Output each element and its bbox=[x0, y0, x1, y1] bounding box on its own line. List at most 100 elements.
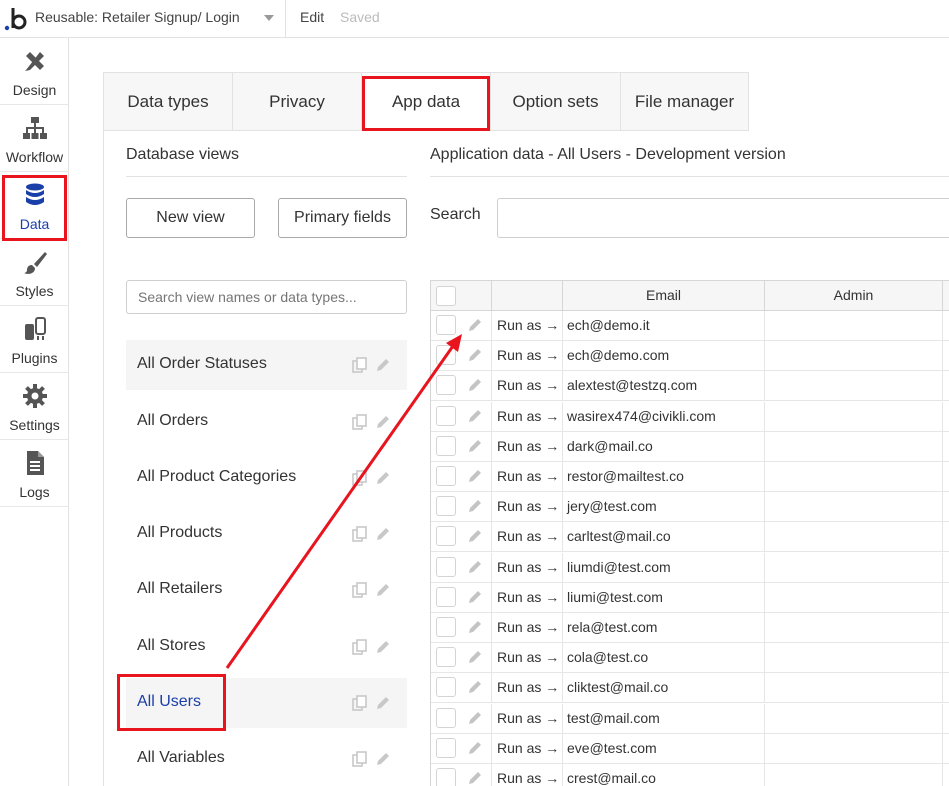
row-checkbox[interactable] bbox=[436, 405, 456, 426]
pencil-icon[interactable] bbox=[467, 347, 483, 363]
run-as-link[interactable]: Run as → bbox=[497, 589, 559, 605]
run-as-link[interactable]: Run as → bbox=[497, 498, 559, 514]
row-checkbox[interactable] bbox=[436, 435, 456, 456]
copy-icon[interactable] bbox=[351, 581, 369, 599]
table-row[interactable]: Run as → rela@test.com bbox=[431, 613, 949, 643]
table-row[interactable]: Run as → test@mail.com bbox=[431, 703, 949, 734]
sidebar-item-settings[interactable]: Settings bbox=[0, 373, 69, 440]
pencil-icon[interactable] bbox=[374, 638, 392, 656]
row-checkbox[interactable] bbox=[436, 647, 456, 668]
pencil-icon[interactable] bbox=[467, 619, 483, 635]
tab-privacy[interactable]: Privacy bbox=[232, 72, 362, 131]
view-item[interactable]: All Order Statuses bbox=[126, 340, 407, 390]
pencil-icon[interactable] bbox=[374, 581, 392, 599]
tab-option-sets[interactable]: Option sets bbox=[490, 72, 621, 131]
run-as-link[interactable]: Run as → bbox=[497, 619, 559, 635]
table-row[interactable]: Run as → liumdi@test.com bbox=[431, 552, 949, 583]
run-as-link[interactable]: Run as → bbox=[497, 740, 559, 756]
row-checkbox[interactable] bbox=[436, 496, 456, 517]
column-header-email[interactable]: Email bbox=[563, 281, 765, 311]
table-row[interactable]: Run as → wasirex474@civikli.com bbox=[431, 401, 949, 432]
run-as-link[interactable]: Run as → bbox=[497, 559, 559, 575]
pencil-icon[interactable] bbox=[467, 559, 483, 575]
run-as-link[interactable]: Run as → bbox=[497, 408, 559, 424]
run-as-link[interactable]: Run as → bbox=[497, 468, 559, 484]
pencil-icon[interactable] bbox=[467, 589, 483, 605]
table-row[interactable]: Run as → jery@test.com bbox=[431, 492, 949, 523]
row-checkbox[interactable] bbox=[436, 586, 456, 607]
run-as-link[interactable]: Run as → bbox=[497, 528, 559, 544]
view-item[interactable]: All Orders bbox=[126, 397, 407, 447]
row-checkbox[interactable] bbox=[436, 768, 456, 786]
chevron-down-icon[interactable] bbox=[264, 15, 274, 21]
table-row[interactable]: Run as → restor@mailtest.co bbox=[431, 462, 949, 492]
pencil-icon[interactable] bbox=[467, 770, 483, 786]
copy-icon[interactable] bbox=[351, 750, 369, 768]
view-item[interactable]: All Products bbox=[126, 509, 407, 559]
table-row[interactable]: Run as → cliktest@mail.co bbox=[431, 673, 949, 704]
pencil-icon[interactable] bbox=[374, 469, 392, 487]
pencil-icon[interactable] bbox=[467, 408, 483, 424]
sidebar-item-styles[interactable]: Styles bbox=[0, 239, 69, 306]
run-as-link[interactable]: Run as → bbox=[497, 438, 559, 454]
sidebar-item-plugins[interactable]: Plugins bbox=[0, 306, 69, 373]
column-header-admin[interactable]: Admin bbox=[765, 281, 943, 311]
pencil-icon[interactable] bbox=[467, 468, 483, 484]
new-view-button[interactable]: New view bbox=[126, 198, 255, 238]
copy-icon[interactable] bbox=[351, 413, 369, 431]
bubble-logo-icon[interactable] bbox=[4, 4, 30, 32]
view-item[interactable]: All Stores bbox=[126, 622, 407, 672]
row-checkbox[interactable] bbox=[436, 737, 456, 758]
sidebar-item-workflow[interactable]: Workflow bbox=[0, 105, 69, 172]
pencil-icon[interactable] bbox=[467, 710, 483, 726]
pencil-icon[interactable] bbox=[467, 498, 483, 514]
primary-fields-button[interactable]: Primary fields bbox=[278, 198, 407, 238]
copy-icon[interactable] bbox=[351, 469, 369, 487]
sidebar-item-design[interactable]: Design bbox=[0, 38, 69, 105]
pencil-icon[interactable] bbox=[374, 750, 392, 768]
table-row[interactable]: Run as → dark@mail.co bbox=[431, 431, 949, 462]
row-checkbox[interactable] bbox=[436, 526, 456, 547]
copy-icon[interactable] bbox=[351, 356, 369, 374]
pencil-icon[interactable] bbox=[467, 317, 483, 333]
table-row[interactable]: Run as → alextest@testzq.com bbox=[431, 371, 949, 402]
row-checkbox[interactable] bbox=[436, 617, 456, 637]
run-as-link[interactable]: Run as → bbox=[497, 347, 559, 363]
pencil-icon[interactable] bbox=[374, 356, 392, 374]
table-row[interactable]: Run as → ech@demo.com bbox=[431, 341, 949, 372]
view-search-input[interactable] bbox=[126, 280, 407, 314]
row-checkbox[interactable] bbox=[436, 375, 456, 396]
table-row[interactable]: Run as → eve@test.com bbox=[431, 733, 949, 764]
row-checkbox[interactable] bbox=[436, 707, 456, 728]
view-item[interactable]: All Retailers bbox=[126, 565, 407, 615]
view-item[interactable]: All Variables bbox=[126, 734, 407, 784]
table-row[interactable]: Run as → crest@mail.co bbox=[431, 764, 949, 786]
pencil-icon[interactable] bbox=[374, 413, 392, 431]
table-row[interactable]: Run as → cola@test.co bbox=[431, 643, 949, 674]
copy-icon[interactable] bbox=[351, 694, 369, 712]
row-checkbox[interactable] bbox=[436, 315, 456, 335]
pencil-icon[interactable] bbox=[467, 740, 483, 756]
table-row[interactable]: Run as → carltest@mail.co bbox=[431, 522, 949, 553]
copy-icon[interactable] bbox=[351, 525, 369, 543]
run-as-link[interactable]: Run as → bbox=[497, 770, 559, 786]
pencil-icon[interactable] bbox=[467, 649, 483, 665]
row-checkbox[interactable] bbox=[436, 556, 456, 577]
edit-menu[interactable]: Edit bbox=[300, 9, 324, 25]
row-checkbox[interactable] bbox=[436, 466, 456, 486]
data-search-input[interactable] bbox=[497, 198, 949, 238]
run-as-link[interactable]: Run as → bbox=[497, 679, 559, 695]
page-selector[interactable]: Reusable: Retailer Signup/ Login bbox=[35, 9, 240, 25]
run-as-link[interactable]: Run as → bbox=[497, 377, 559, 393]
pencil-icon[interactable] bbox=[467, 679, 483, 695]
tab-file-manager[interactable]: File manager bbox=[620, 72, 749, 131]
table-row[interactable]: Run as → ech@demo.it bbox=[431, 311, 949, 341]
run-as-link[interactable]: Run as → bbox=[497, 317, 559, 333]
table-row[interactable]: Run as → liumi@test.com bbox=[431, 582, 949, 613]
view-item[interactable]: All Product Categories bbox=[126, 453, 407, 503]
run-as-link[interactable]: Run as → bbox=[497, 649, 559, 665]
select-all-checkbox[interactable] bbox=[436, 286, 456, 306]
pencil-icon[interactable] bbox=[374, 525, 392, 543]
tab-data-types[interactable]: Data types bbox=[103, 72, 233, 131]
pencil-icon[interactable] bbox=[467, 528, 483, 544]
